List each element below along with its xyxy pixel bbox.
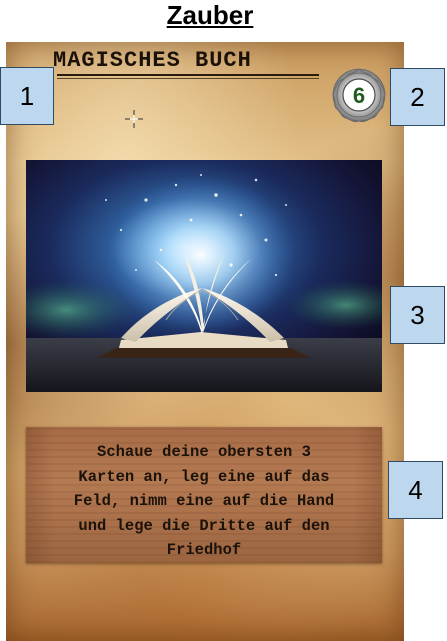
page-heading: Zauber bbox=[166, 0, 254, 30]
effect-text: Schaue deine obersten 3 Karten an, leg e… bbox=[73, 443, 335, 559]
callout-2: 2 bbox=[390, 68, 445, 126]
effect-text-panel: Schaue deine obersten 3 Karten an, leg e… bbox=[26, 427, 382, 563]
card-title: MAGISCHES BUCH bbox=[53, 48, 252, 73]
callout-3: 3 bbox=[390, 286, 445, 344]
magic-book-illustration-icon bbox=[26, 160, 382, 392]
callout-4: 4 bbox=[388, 461, 443, 519]
cost-value: 6 bbox=[352, 83, 366, 108]
title-underline-thin bbox=[57, 78, 319, 79]
crosshair-cursor-icon bbox=[125, 110, 143, 128]
callout-1: 1 bbox=[0, 67, 54, 125]
title-underline bbox=[57, 74, 319, 76]
